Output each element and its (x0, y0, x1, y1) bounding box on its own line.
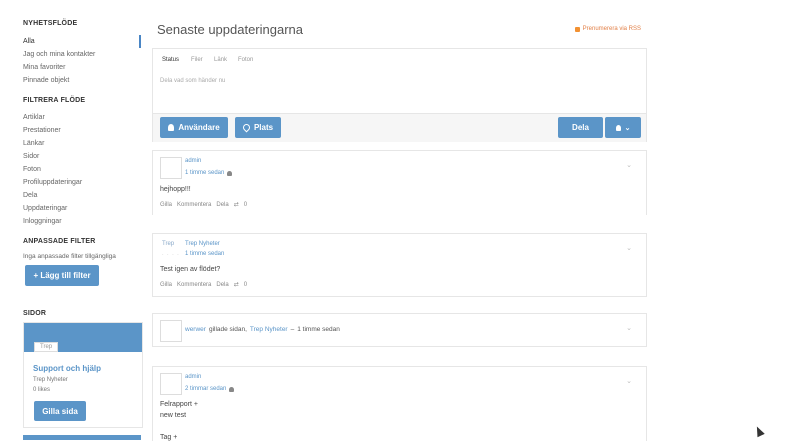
custom-filter-title: ANPASSADE FILTER (23, 238, 96, 245)
post-actions: Gilla Kommentera Dela ⇄ 0 (160, 281, 248, 289)
mouse-cursor (753, 424, 765, 438)
page-title: Senaste uppdateringarna (157, 22, 304, 37)
filter-item-logins[interactable]: Inloggningar (23, 218, 62, 225)
post-time[interactable]: 2 timmar sedan (185, 386, 226, 392)
post-text: hejhopp!!! (160, 186, 191, 193)
avatar[interactable] (160, 373, 182, 395)
page-card[interactable]: Trep Support och hjälp Trep Nyheter 0 li… (23, 322, 143, 428)
activity-target[interactable]: Trep Nyheter (250, 326, 288, 333)
status-input[interactable]: Dela vad som händer nu (160, 78, 225, 84)
repost-icon: ⇄ (233, 202, 239, 208)
add-filter-button[interactable]: + Lägg till filter (25, 265, 99, 286)
post-line: Felrapport + (160, 401, 198, 408)
like-link[interactable]: Gilla (160, 202, 172, 208)
filter-item-profile-updates[interactable]: Profiluppdateringar (23, 179, 82, 186)
user-icon (229, 386, 235, 392)
filter-item-photos[interactable]: Foton (23, 166, 41, 173)
avatar-text: Trep (162, 241, 175, 247)
pages-title: SIDOR (23, 310, 47, 317)
map-pin-icon (241, 122, 252, 133)
page-card-tag: Trep (34, 342, 59, 352)
chevron-down-icon[interactable]: ⌄ (626, 244, 632, 252)
share-count: 0 (243, 281, 248, 288)
chevron-down-icon[interactable]: ⌄ (626, 324, 632, 332)
avatar[interactable] (160, 320, 182, 342)
avatar[interactable] (160, 157, 182, 179)
share-link[interactable]: Dela (216, 282, 228, 288)
post-author[interactable]: admin (185, 158, 201, 164)
post-author[interactable]: admin (185, 374, 201, 380)
sidebar-item-pinned[interactable]: Pinnade objekt (23, 77, 69, 84)
like-page-button[interactable]: Gilla sida (34, 401, 86, 421)
tab-photos[interactable]: Foton (238, 57, 253, 63)
filter-item-share[interactable]: Dela (23, 192, 37, 199)
feed-activity: werwer gillade sidan, Trep Nyheter – 1 t… (152, 313, 647, 347)
privacy-button[interactable]: ⌄ (605, 117, 641, 138)
rss-icon (574, 26, 580, 32)
feed-post: admin 1 timme sedan ⌄ hejhopp!!! Gilla K… (152, 150, 647, 215)
sidebar-item-contacts[interactable]: Jag och mina kontakter (23, 51, 95, 58)
newsfeed-title: NYHETSFLÖDE (23, 20, 78, 27)
avatar[interactable]: Trep · · · · (160, 240, 180, 260)
rss-link[interactable]: Prenumerera via RSS (574, 26, 641, 32)
users-button[interactable]: Användare (160, 117, 228, 138)
share-button[interactable]: Dela (558, 117, 603, 138)
filter-item-links[interactable]: Länkar (23, 140, 44, 147)
filter-item-achievements[interactable]: Prestationer (23, 127, 61, 134)
filter-item-pages[interactable]: Sidor (23, 153, 39, 160)
place-button[interactable]: Plats (235, 117, 281, 138)
post-meta: 1 timme sedan (185, 170, 233, 176)
filter-item-updates[interactable]: Uppdateringar (23, 205, 67, 212)
tab-status[interactable]: Status (162, 57, 179, 63)
activity-time[interactable]: 1 timme sedan (297, 326, 340, 333)
post-line: new test (160, 412, 187, 419)
activity-verb: gillade sidan, (208, 326, 247, 333)
rss-label: Prenumerera via RSS (582, 26, 641, 32)
post-meta: 1 timme sedan (185, 251, 224, 257)
post-meta: 2 timmar sedan (185, 386, 235, 392)
sidebar-item-alla[interactable]: Alla (23, 38, 35, 45)
post-actions: Gilla Kommentera Dela ⇄ 0 (160, 201, 248, 209)
custom-filter-empty: Inga anpassade filter tillgängliga (23, 253, 116, 260)
comment-link[interactable]: Kommentera (177, 282, 211, 288)
feed-post: admin 2 timmar sedan ⌄ Felrapport + new … (152, 366, 647, 441)
composer: Status Filer Länk Foton Dela vad som hän… (152, 48, 647, 142)
share-count: 0 (243, 201, 248, 208)
post-time[interactable]: 1 timme sedan (185, 251, 224, 257)
share-link[interactable]: Dela (216, 202, 228, 208)
chevron-down-icon[interactable]: ⌄ (626, 377, 632, 385)
sidebar: NYHETSFLÖDE Alla Jag och mina kontakter … (0, 0, 148, 440)
comment-link[interactable]: Kommentera (177, 202, 211, 208)
composer-toolbar: Användare Plats Dela ⌄ (153, 113, 646, 142)
page-card-name[interactable]: Support och hjälp (33, 364, 101, 373)
place-button-label: Plats (253, 123, 274, 132)
post-text: Test igen av flödet? (160, 266, 221, 273)
page-card-likes: 0 likes (33, 387, 51, 393)
sidebar-item-favorites[interactable]: Mina favoriter (23, 64, 65, 71)
feed-post: Trep · · · · Trep Nyheter 1 timme sedan … (152, 233, 647, 297)
next-page-card (23, 435, 141, 440)
user-icon (615, 124, 621, 131)
filter-item-articles[interactable]: Artiklar (23, 114, 45, 121)
chevron-down-icon[interactable]: ⌄ (626, 161, 632, 169)
main-feed: Senaste uppdateringarna Prenumerera via … (152, 0, 647, 441)
activity-text: werwer gillade sidan, Trep Nyheter – 1 t… (185, 326, 340, 333)
chevron-down-icon: ⌄ (624, 124, 631, 132)
user-icon (168, 124, 175, 131)
active-indicator (139, 35, 141, 48)
post-author[interactable]: Trep Nyheter (185, 241, 220, 247)
activity-separator: – (290, 326, 295, 333)
users-button-label: Användare (178, 123, 220, 132)
repost-icon: ⇄ (233, 282, 239, 288)
user-icon (227, 170, 233, 176)
tab-link[interactable]: Länk (214, 57, 227, 63)
avatar-dots: · · · · (162, 252, 180, 258)
tab-files[interactable]: Filer (191, 57, 203, 63)
activity-actor[interactable]: werwer (185, 326, 206, 333)
post-time[interactable]: 1 timme sedan (185, 170, 224, 176)
like-link[interactable]: Gilla (160, 282, 172, 288)
page-card-subtitle: Trep Nyheter (33, 377, 68, 383)
filter-title: FILTRERA FLÖDE (23, 97, 86, 104)
